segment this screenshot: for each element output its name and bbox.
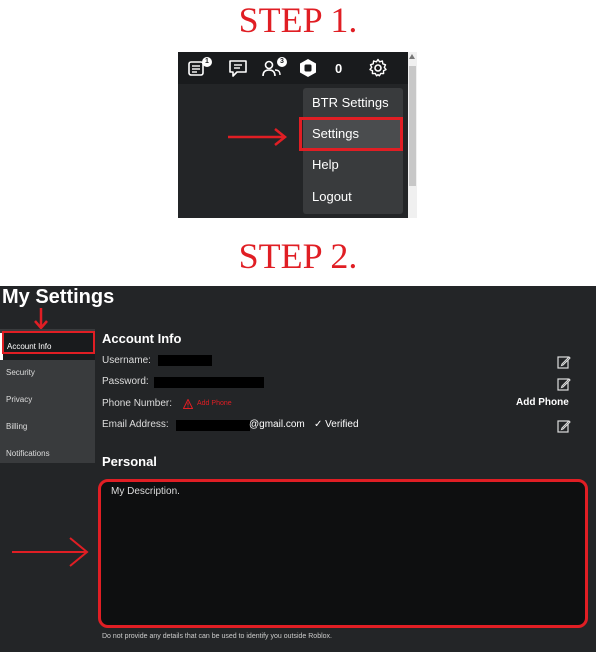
friends-badge: 3 (277, 57, 287, 67)
menu-item-logout[interactable]: Logout (303, 182, 403, 212)
sidebar-item-billing[interactable]: Billing (0, 413, 95, 440)
settings-highlight-box (299, 117, 403, 151)
right-arrow-icon (228, 128, 288, 146)
email-redaction (176, 420, 250, 431)
sidebar-item-notifications[interactable]: Notifications (0, 440, 95, 467)
settings-dropdown-menu: BTR Settings Settings Help Logout (299, 88, 403, 214)
edit-password-icon[interactable] (557, 377, 571, 391)
page-title: My Settings (2, 286, 115, 308)
verified-badge: ✓ Verified (314, 419, 359, 430)
scrollbar[interactable] (408, 52, 417, 218)
description-note: Do not provide any details that can be u… (102, 633, 332, 640)
email-label: Email Address: (102, 419, 169, 430)
robux-count: 0 (335, 61, 343, 76)
top-nav-bar: 1 3 0 (178, 52, 408, 84)
menu-item-help[interactable]: Help (303, 150, 403, 180)
username-label: Username: (102, 355, 151, 366)
right-arrow-icon-2 (12, 537, 89, 567)
chat-icon[interactable] (228, 58, 248, 78)
scroll-thumb[interactable] (409, 66, 416, 186)
sidebar-item-privacy[interactable]: Privacy (0, 386, 95, 413)
step-1-title: STEP 1. (238, 0, 358, 40)
step-2-title: STEP 2. (238, 236, 358, 276)
warning-icon (183, 399, 193, 409)
email-domain: @gmail.com (249, 419, 305, 430)
notifications-badge: 1 (202, 57, 212, 67)
roblox-top-panel: 1 3 0 BTR Settings Settings Help Logout (178, 52, 417, 218)
sidebar-item-security[interactable]: Security (0, 359, 95, 386)
my-settings-panel: My Settings Account Info Security Privac… (0, 286, 596, 652)
edit-email-icon[interactable] (557, 419, 571, 433)
robux-icon[interactable] (298, 58, 318, 78)
account-info-highlight-box (2, 331, 95, 354)
add-phone-button[interactable]: Add Phone (516, 397, 569, 408)
edit-username-icon[interactable] (557, 355, 571, 369)
account-info-title: Account Info (102, 331, 182, 346)
add-phone-link[interactable]: Add Phone (197, 400, 232, 407)
phone-label: Phone Number: (102, 398, 173, 409)
scroll-up-arrow-icon[interactable] (409, 54, 415, 59)
password-redaction (154, 377, 264, 388)
description-textarea[interactable]: My Description. (98, 479, 588, 628)
password-label: Password: (102, 376, 149, 387)
menu-item-btr-settings[interactable]: BTR Settings (303, 88, 403, 118)
description-text: My Description. (111, 486, 180, 497)
username-redaction (158, 355, 212, 366)
personal-title: Personal (102, 454, 157, 469)
gear-icon[interactable] (368, 58, 388, 78)
down-arrow-icon (34, 308, 48, 330)
